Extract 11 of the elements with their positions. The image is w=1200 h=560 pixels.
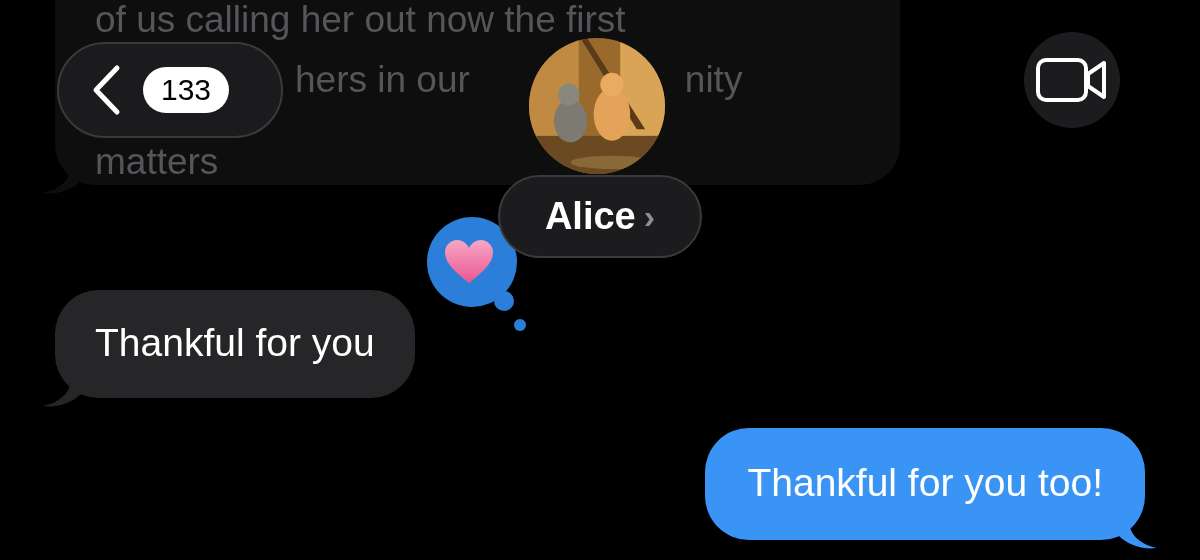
back-button[interactable]: 133 (57, 42, 283, 138)
video-camera-icon (1036, 58, 1108, 102)
heart-icon (444, 239, 494, 285)
message-text: of us calling her out now the first (95, 0, 626, 40)
message-text: matters (95, 142, 219, 182)
message-text: nity (684, 60, 743, 100)
chevron-icon: › (643, 191, 656, 242)
unread-count: 133 (143, 67, 230, 113)
message-text: hers in our (295, 60, 470, 100)
back-icon (91, 64, 121, 116)
contact-name-button[interactable]: Alice › (498, 175, 702, 258)
